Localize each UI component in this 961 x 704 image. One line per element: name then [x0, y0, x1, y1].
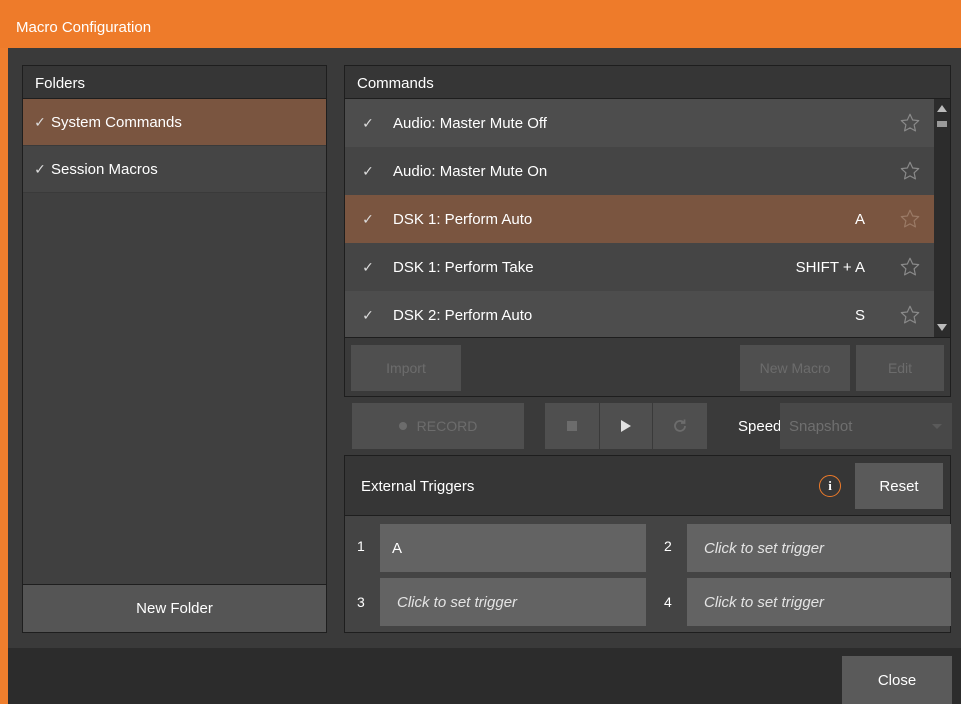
trigger-number: 2 [664, 538, 672, 554]
command-name: DSK 2: Perform Auto [393, 306, 533, 324]
folder-label: Session Macros [51, 160, 158, 178]
new-folder-button[interactable]: New Folder [22, 584, 327, 633]
folder-item-system-commands[interactable]: ✓ System Commands [23, 99, 326, 146]
record-button[interactable]: RECORD [352, 403, 524, 449]
command-row[interactable]: ✓ Audio: Master Mute On [345, 147, 935, 195]
command-shortcut: SHIFT + A [795, 258, 865, 276]
star-outline-icon[interactable] [899, 112, 921, 134]
scroll-thumb[interactable] [937, 121, 947, 127]
stop-button[interactable] [545, 403, 599, 449]
star-outline-icon[interactable] [899, 304, 921, 326]
loop-button[interactable] [653, 403, 707, 449]
commands-panel: Commands ✓ Audio: Master Mute Off ✓ Audi… [344, 65, 951, 397]
scroll-up-arrow-icon[interactable] [937, 105, 947, 112]
command-shortcut: S [854, 306, 865, 324]
check-icon: ✓ [34, 160, 46, 177]
command-row[interactable]: ✓ DSK 2: Perform Auto S [345, 291, 935, 337]
edit-button[interactable]: Edit [856, 345, 944, 391]
record-label: RECORD [416, 418, 478, 434]
scroll-down-arrow-icon[interactable] [937, 324, 947, 331]
triggers-header: External Triggers i Reset [345, 456, 950, 516]
info-icon[interactable]: i [819, 475, 841, 497]
check-icon: ✓ [362, 306, 374, 323]
reset-button[interactable]: Reset [855, 463, 943, 509]
trigger-field-2[interactable]: Click to set trigger [687, 524, 951, 572]
trigger-number: 3 [357, 594, 365, 610]
command-name: Audio: Master Mute Off [393, 114, 547, 132]
folder-label: System Commands [51, 113, 182, 131]
close-button[interactable]: Close [842, 656, 952, 704]
play-button[interactable] [600, 403, 652, 449]
speed-label: Speed [738, 418, 782, 435]
check-icon: ✓ [362, 258, 374, 275]
speed-select[interactable]: Snapshot [780, 403, 952, 449]
folders-panel: Folders ✓ System Commands ✓ Session Macr… [22, 65, 327, 633]
loop-icon [674, 419, 686, 432]
command-shortcut: A [854, 210, 865, 228]
command-row[interactable]: ✓ DSK 1: Perform Take SHIFT + A [345, 243, 935, 291]
star-outline-icon[interactable] [899, 256, 921, 278]
star-outline-icon[interactable] [899, 160, 921, 182]
window-title: Macro Configuration [0, 0, 961, 48]
commands-button-bar: Import New Macro Edit [345, 337, 950, 396]
triggers-title: External Triggers [361, 478, 475, 495]
check-icon: ✓ [362, 210, 374, 227]
speed-value: Snapshot [789, 418, 853, 435]
folder-item-session-macros[interactable]: ✓ Session Macros [23, 146, 326, 193]
trigger-number: 4 [664, 594, 672, 610]
commands-list: ✓ Audio: Master Mute Off ✓ Audio: Master… [345, 99, 935, 337]
external-triggers-panel: External Triggers i Reset 1 A 2 Click to… [344, 455, 951, 633]
record-dot-icon [398, 422, 407, 430]
play-icon [621, 420, 631, 432]
command-row-selected[interactable]: ✓ DSK 1: Perform Auto A [345, 195, 935, 243]
command-row[interactable]: ✓ Audio: Master Mute Off [345, 99, 935, 147]
trigger-field-1[interactable]: A [380, 524, 646, 572]
import-button[interactable]: Import [351, 345, 461, 391]
folders-header: Folders [23, 66, 326, 99]
star-outline-icon[interactable] [899, 208, 921, 230]
chevron-down-icon [932, 424, 942, 429]
stop-icon [567, 421, 577, 431]
check-icon: ✓ [34, 113, 46, 130]
check-icon: ✓ [362, 114, 374, 131]
footer-bar [8, 648, 961, 704]
check-icon: ✓ [362, 162, 374, 179]
trigger-field-4[interactable]: Click to set trigger [687, 578, 951, 626]
commands-scrollbar[interactable] [934, 99, 950, 337]
commands-header: Commands [345, 66, 950, 99]
command-name: Audio: Master Mute On [393, 162, 548, 180]
command-name: DSK 1: Perform Auto [393, 210, 533, 228]
trigger-field-3[interactable]: Click to set trigger [380, 578, 646, 626]
new-macro-button[interactable]: New Macro [740, 345, 850, 391]
trigger-number: 1 [357, 538, 365, 554]
